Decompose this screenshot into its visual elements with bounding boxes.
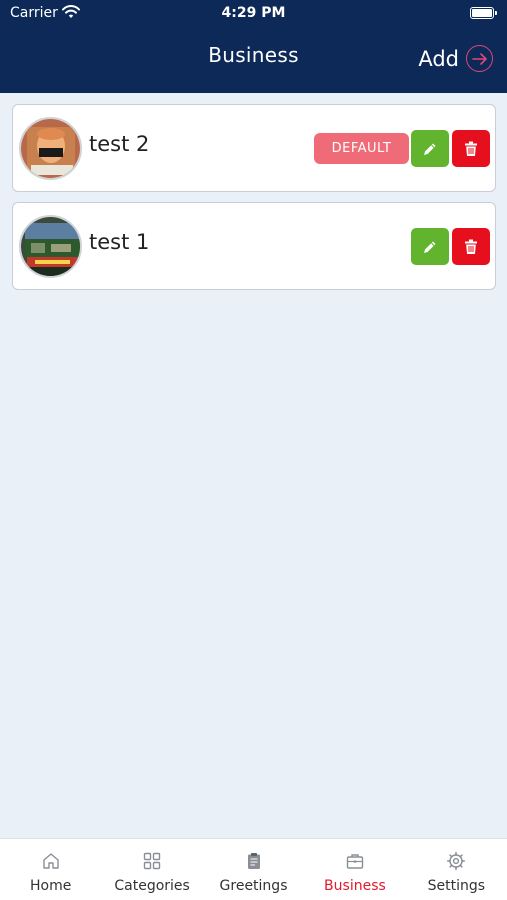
business-card[interactable]: test 2 DEFAULT: [12, 104, 496, 192]
briefcase-icon: [346, 854, 364, 869]
edit-button[interactable]: [411, 228, 449, 265]
business-card[interactable]: test 1: [12, 202, 496, 290]
tab-label: Settings: [427, 878, 486, 894]
trash-icon: [465, 239, 477, 254]
clock: 4:29 PM: [221, 5, 286, 21]
pencil-icon: [424, 241, 436, 253]
add-business-button[interactable]: Add: [418, 45, 493, 72]
battery-icon: [470, 7, 497, 19]
arrow-right-circle-icon: [466, 45, 493, 72]
tab-label: Greetings: [219, 878, 288, 894]
gear-icon: [447, 852, 466, 870]
edit-button[interactable]: [411, 130, 449, 167]
home-icon: [43, 853, 59, 869]
business-name: test 1: [89, 230, 150, 254]
app-header: Carrier 4:29 PM Business Add: [0, 0, 507, 93]
grid-icon: [143, 852, 161, 870]
tab-label: Business: [324, 878, 386, 894]
status-bar: Carrier 4:29 PM: [0, 0, 507, 28]
tab-settings[interactable]: Settings: [406, 839, 507, 900]
delete-button[interactable]: [452, 228, 490, 265]
delete-button[interactable]: [452, 130, 490, 167]
business-avatar: [19, 215, 82, 278]
tab-greetings[interactable]: Greetings: [203, 839, 304, 900]
tab-categories[interactable]: Categories: [101, 839, 202, 900]
tab-label: Home: [30, 878, 72, 894]
business-name: test 2: [89, 132, 150, 156]
add-label: Add: [418, 46, 459, 71]
default-badge: DEFAULT: [314, 133, 409, 164]
tab-home[interactable]: Home: [0, 839, 101, 900]
pencil-icon: [424, 143, 436, 155]
bottom-tab-bar: Home Categories Greetings Business Setti…: [0, 838, 507, 900]
business-avatar: [19, 117, 82, 180]
clipboard-icon: [247, 853, 260, 869]
tab-label: Categories: [114, 878, 190, 894]
trash-icon: [465, 141, 477, 156]
tab-business[interactable]: Business: [304, 839, 405, 900]
